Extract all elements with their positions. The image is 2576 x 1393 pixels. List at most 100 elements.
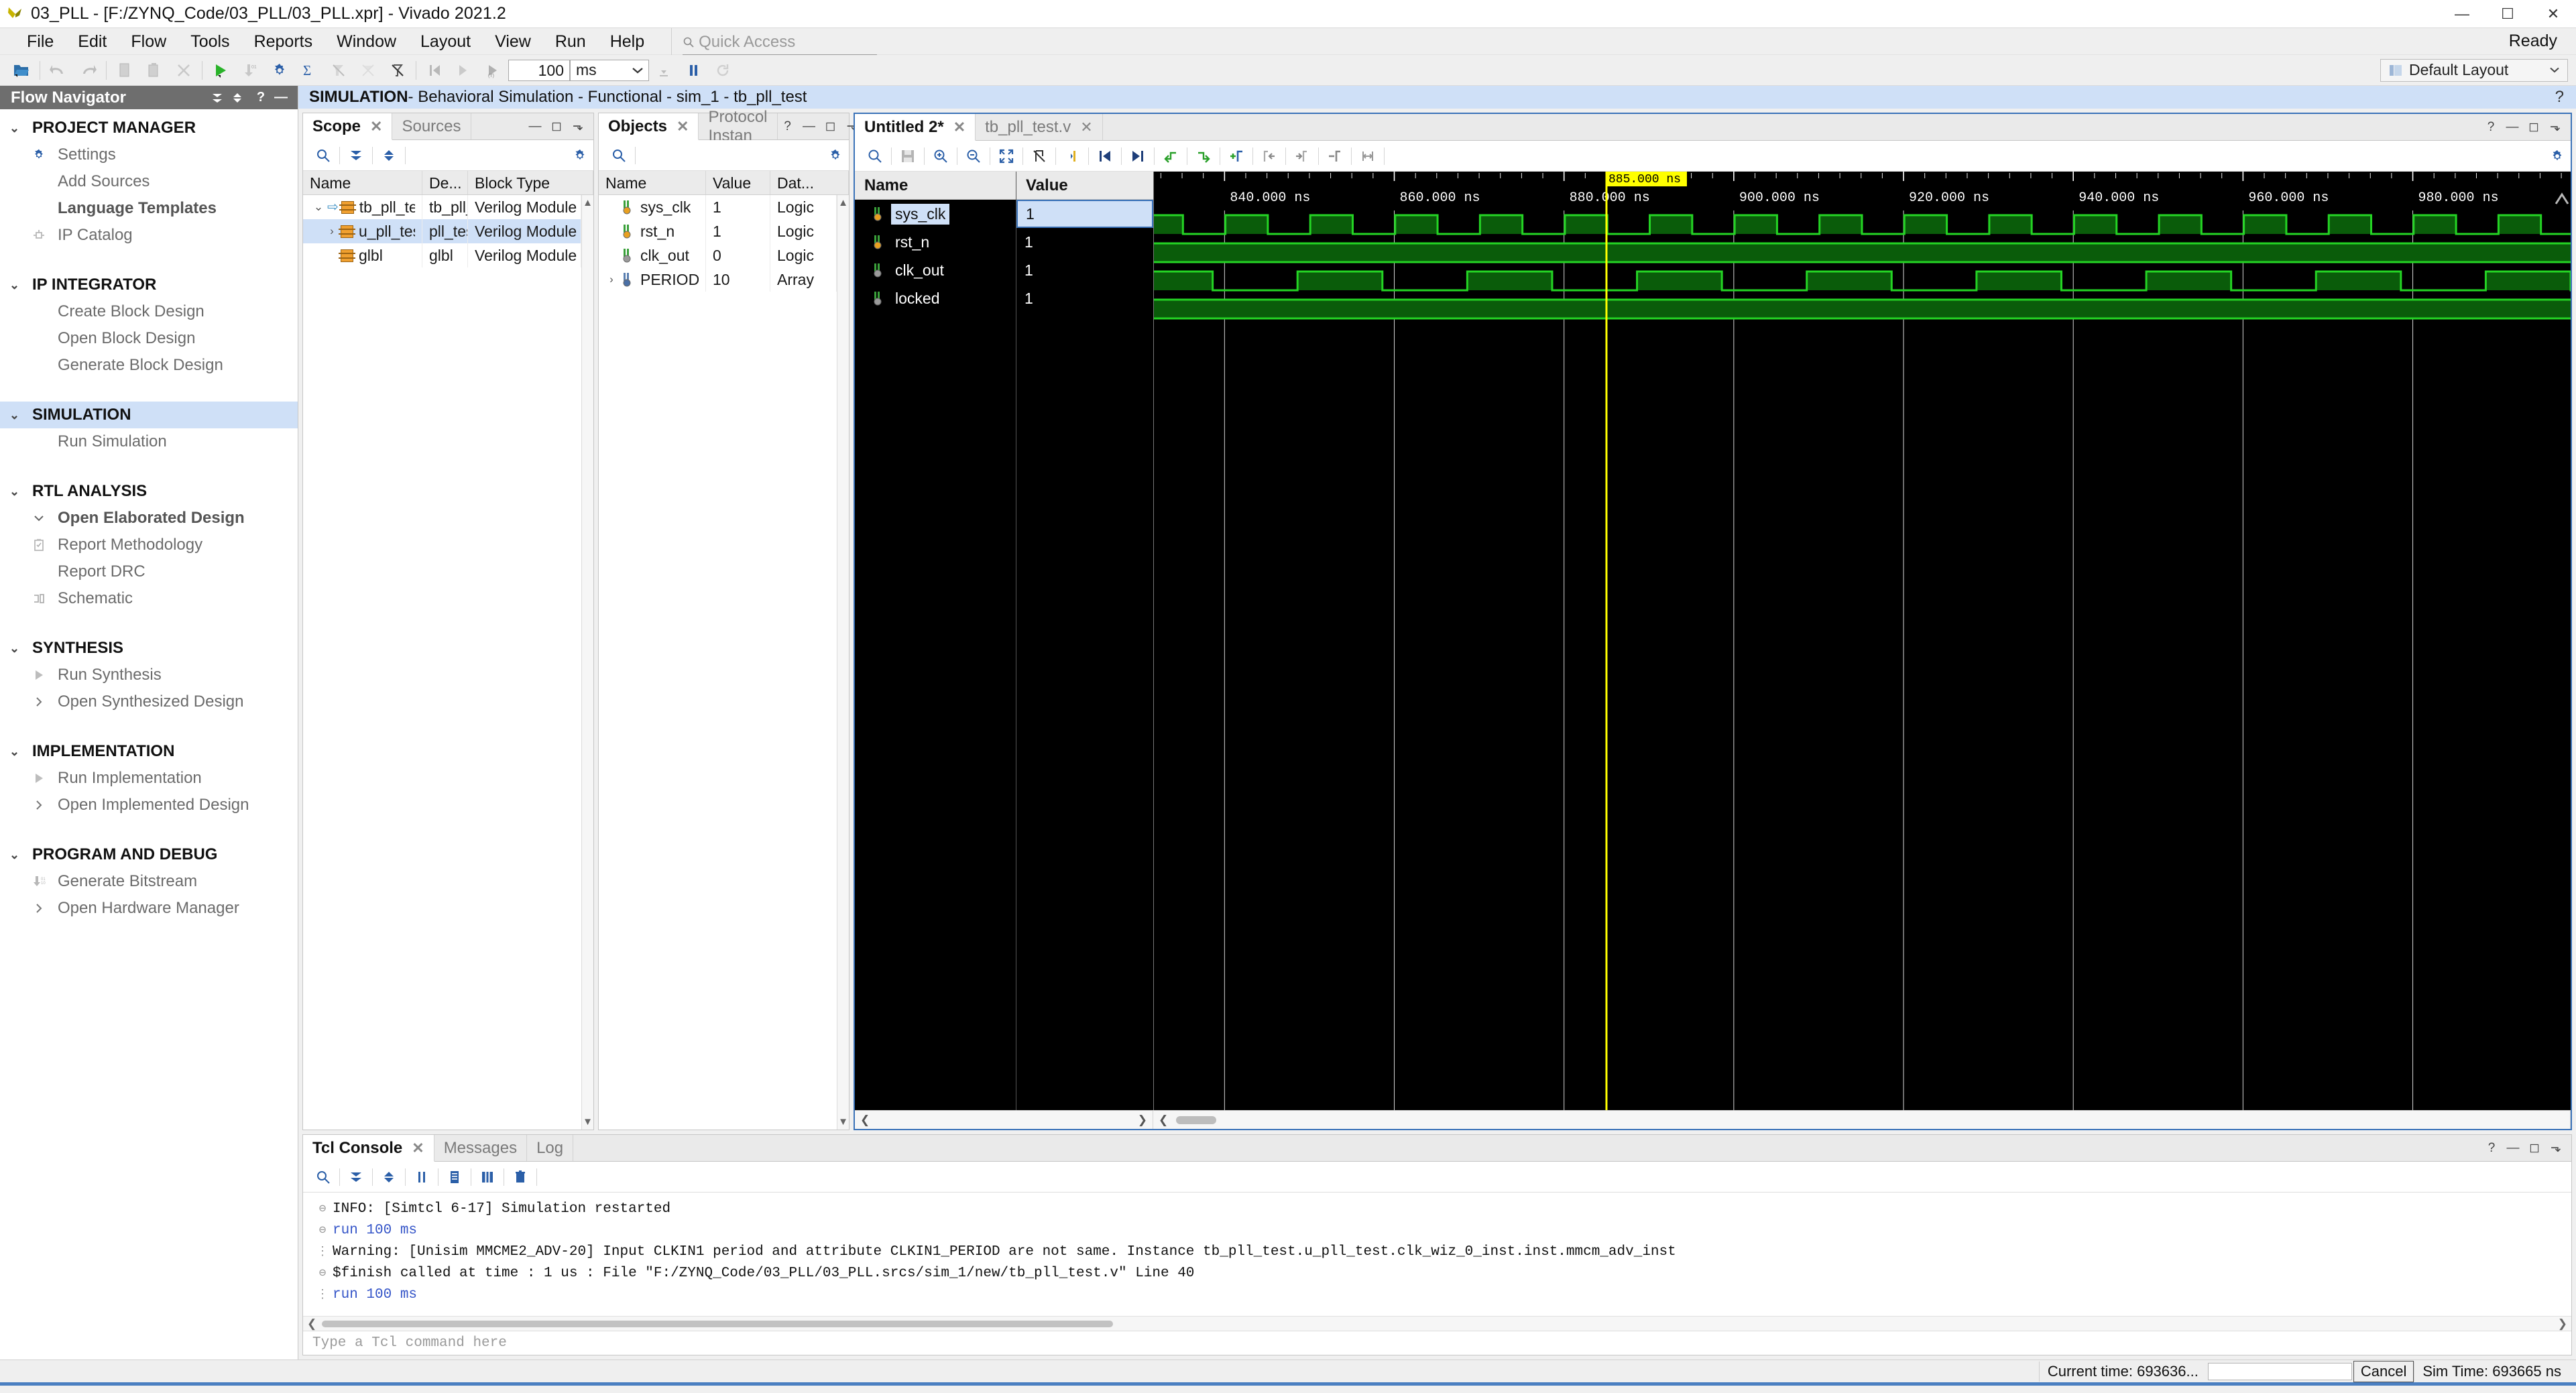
run-all-icon[interactable] bbox=[649, 56, 679, 84]
search-icon[interactable] bbox=[605, 143, 632, 168]
close-icon[interactable]: ✕ bbox=[953, 119, 965, 136]
float-panel-icon[interactable]: ⬎ bbox=[2546, 1136, 2566, 1161]
report-power-icon[interactable] bbox=[383, 56, 412, 84]
undo-icon[interactable] bbox=[44, 56, 73, 84]
tab-messages[interactable]: Messages bbox=[434, 1135, 528, 1161]
close-button[interactable]: ✕ bbox=[2530, 0, 2576, 28]
report-timing-icon[interactable] bbox=[324, 56, 353, 84]
search-icon[interactable] bbox=[310, 143, 337, 168]
float-panel-icon[interactable]: ⬎ bbox=[568, 114, 588, 139]
help-icon[interactable]: ? bbox=[251, 90, 271, 105]
flow-item-open-implemented-design[interactable]: Open Implemented Design bbox=[0, 792, 298, 819]
sigma-icon[interactable]: Σ bbox=[294, 56, 324, 84]
tree-expander-icon[interactable]: ⌄ bbox=[310, 195, 327, 219]
help-icon[interactable]: ? bbox=[2481, 115, 2501, 140]
scope-vscrollbar[interactable]: ▲ ▼ bbox=[581, 195, 593, 1130]
waveform-signal-value[interactable]: 1 bbox=[1016, 256, 1153, 284]
flow-item-run-synthesis[interactable]: Run Synthesis bbox=[0, 662, 298, 688]
minimize-panel-icon[interactable]: — bbox=[271, 90, 291, 105]
chevron-left-icon[interactable]: ❮ bbox=[1159, 1113, 1168, 1127]
add-marker-icon[interactable] bbox=[1223, 143, 1250, 169]
minimize-panel-icon[interactable]: — bbox=[2503, 1136, 2523, 1161]
expand-all-icon[interactable] bbox=[375, 143, 402, 168]
collapse-all-icon[interactable] bbox=[343, 1164, 369, 1190]
pause-icon[interactable] bbox=[679, 56, 708, 84]
console-output[interactable]: ⊖ INFO: [Simtcl 6-17] Simulation restarte… bbox=[303, 1193, 2571, 1316]
tcl-command-input[interactable]: Type a Tcl command here bbox=[303, 1331, 2571, 1355]
marker-right-icon[interactable] bbox=[1289, 143, 1315, 169]
menu-layout[interactable]: Layout bbox=[408, 28, 483, 55]
menu-flow[interactable]: Flow bbox=[119, 28, 178, 55]
table-row[interactable]: › PERIOD[31 10Array bbox=[599, 267, 837, 292]
close-icon[interactable]: ✕ bbox=[677, 118, 689, 135]
restart-icon[interactable] bbox=[708, 56, 738, 84]
goto-time-icon[interactable] bbox=[1059, 143, 1086, 169]
minimize-panel-icon[interactable]: — bbox=[525, 114, 545, 139]
table-row[interactable]: clk_out 0 Logic bbox=[599, 243, 837, 267]
copy-icon[interactable] bbox=[441, 1164, 468, 1190]
hscroll-thumb[interactable] bbox=[1176, 1115, 1217, 1124]
paste-icon[interactable] bbox=[139, 56, 169, 84]
run-unit-select[interactable]: ms bbox=[570, 59, 649, 81]
flow-section-ip-integrator[interactable]: ⌄ IP INTEGRATOR bbox=[0, 271, 298, 298]
help-icon[interactable]: ? bbox=[2481, 1136, 2502, 1161]
maximize-panel-icon[interactable]: ◻ bbox=[2524, 1136, 2544, 1161]
zoom-cursor-icon[interactable] bbox=[1026, 143, 1053, 169]
flow-item-schematic[interactable]: Schematic bbox=[0, 585, 298, 612]
redo-icon[interactable] bbox=[73, 56, 103, 84]
flow-section-project-manager[interactable]: ⌄ PROJECT MANAGER bbox=[0, 115, 298, 141]
table-row[interactable]: › u_pll_test pll_tesVerilog Module bbox=[303, 219, 581, 243]
next-marker-icon[interactable] bbox=[1124, 143, 1151, 169]
menu-tools[interactable]: Tools bbox=[178, 28, 241, 55]
settings-gear-icon[interactable] bbox=[2544, 143, 2571, 169]
minimize-panel-icon[interactable]: — bbox=[2502, 115, 2522, 140]
table-row[interactable]: rst_n 1 Logic bbox=[599, 219, 837, 243]
menu-help[interactable]: Help bbox=[598, 28, 656, 55]
close-icon[interactable]: ✕ bbox=[370, 118, 382, 135]
tab-sources[interactable]: Sources bbox=[392, 113, 471, 139]
maximize-button[interactable]: ☐ bbox=[2485, 0, 2530, 28]
remove-marker-icon[interactable] bbox=[1322, 143, 1348, 169]
run-for-time-icon[interactable]: (T) bbox=[479, 56, 508, 84]
tab-objects[interactable]: Objects ✕ bbox=[599, 113, 699, 140]
waveform-signal-row[interactable]: rst_n bbox=[855, 228, 1016, 256]
flow-item-add-sources[interactable]: Add Sources bbox=[0, 168, 298, 195]
flow-item-open-elaborated-design[interactable]: Open Elaborated Design bbox=[0, 505, 298, 532]
layout-selector[interactable]: Default Layout bbox=[2380, 58, 2568, 82]
maximize-panel-icon[interactable]: ◻ bbox=[821, 114, 841, 139]
waveform-plot[interactable]: 840.000 ns 860.000 ns 880.000 ns 900.000 ns… bbox=[1153, 172, 2571, 1110]
settings-gear-icon[interactable] bbox=[265, 56, 294, 84]
flow-item-ip-catalog[interactable]: IP Catalog bbox=[0, 222, 298, 249]
menu-window[interactable]: Window bbox=[325, 28, 408, 55]
flow-section-program-and-debug[interactable]: ⌄ PROGRAM AND DEBUG bbox=[0, 841, 298, 868]
waveform-signal-value[interactable]: 1 bbox=[1016, 284, 1153, 312]
prev-transition-icon[interactable] bbox=[1157, 143, 1184, 169]
flow-item-settings[interactable]: Settings bbox=[0, 141, 298, 168]
expand-all-icon[interactable] bbox=[375, 1164, 402, 1190]
chevron-left-icon[interactable]: ❮ bbox=[860, 1113, 870, 1127]
tab-scope[interactable]: Scope ✕ bbox=[303, 113, 393, 140]
close-icon[interactable]: ✕ bbox=[412, 1140, 424, 1157]
pause-icon[interactable] bbox=[408, 1164, 435, 1190]
step-forward-icon[interactable] bbox=[449, 56, 479, 84]
prev-marker-icon[interactable] bbox=[1092, 143, 1118, 169]
waveform-canvas[interactable]: 840.000 ns 860.000 ns 880.000 ns 900.000 ns… bbox=[1153, 172, 2571, 1110]
progress-field[interactable] bbox=[2207, 1362, 2352, 1380]
help-icon[interactable]: ? bbox=[2555, 88, 2564, 107]
flow-item-report-methodology[interactable]: Report Methodology bbox=[0, 532, 298, 558]
quick-access[interactable]: Quick Access bbox=[671, 27, 878, 55]
minimize-panel-icon[interactable]: — bbox=[799, 114, 819, 139]
waveform-signal-row[interactable]: clk_out bbox=[855, 256, 1016, 284]
run-time-input[interactable]: 100 bbox=[508, 59, 570, 81]
console-gutter-icon[interactable]: ⋮ bbox=[312, 1244, 333, 1259]
console-gutter-icon[interactable]: ⊖ bbox=[312, 1266, 333, 1280]
tab-log[interactable]: Log bbox=[527, 1135, 574, 1161]
chevron-left-icon[interactable]: ❮ bbox=[307, 1317, 316, 1331]
waveform-names-hscrollbar[interactable]: ❮ ❯ bbox=[855, 1111, 1153, 1129]
step-start-icon[interactable] bbox=[420, 56, 449, 84]
waveform-signal-value[interactable]: 1 bbox=[1016, 200, 1153, 228]
zoom-out-icon[interactable] bbox=[960, 143, 987, 169]
table-row[interactable]: ⌄⇨ tb_pll_tes tb_pll_Verilog Module bbox=[303, 195, 581, 219]
table-row[interactable]: sys_clk 1 Logic bbox=[599, 195, 837, 219]
chevron-right-icon[interactable]: ❯ bbox=[1138, 1113, 1147, 1127]
